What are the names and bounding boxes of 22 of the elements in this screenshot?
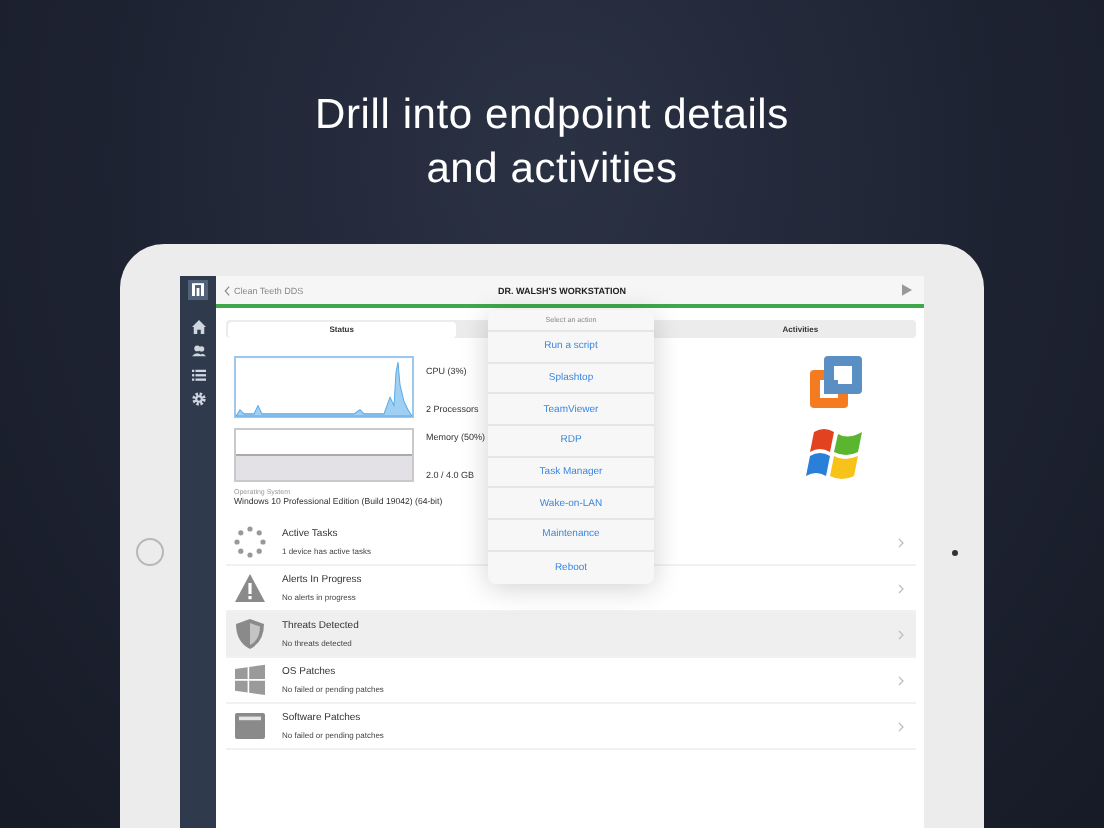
spinner-icon bbox=[234, 526, 266, 558]
windows-icon bbox=[234, 664, 266, 696]
list-icon[interactable] bbox=[191, 368, 205, 382]
chevron-icon bbox=[898, 537, 904, 547]
chevron-icon bbox=[898, 629, 904, 639]
camera-dot bbox=[951, 549, 957, 555]
chevron-icon bbox=[898, 583, 904, 593]
overlapping-squares-icon bbox=[807, 354, 863, 410]
chevron-icon bbox=[898, 721, 904, 731]
chevron-icon bbox=[224, 285, 230, 295]
settings-icon[interactable] bbox=[191, 392, 205, 406]
play-icon[interactable] bbox=[902, 284, 912, 296]
headline-text: and activities bbox=[426, 144, 678, 196]
window-icon bbox=[234, 710, 266, 742]
chevron-icon bbox=[898, 675, 904, 685]
warning-icon bbox=[234, 572, 266, 604]
app-logo-icon bbox=[188, 280, 208, 300]
home-icon[interactable] bbox=[191, 320, 205, 334]
four-color-flag-icon bbox=[805, 426, 865, 482]
headline-text: Drill into endpoint details bbox=[315, 90, 789, 142]
people-icon[interactable] bbox=[191, 344, 205, 358]
shield-icon bbox=[234, 618, 266, 650]
